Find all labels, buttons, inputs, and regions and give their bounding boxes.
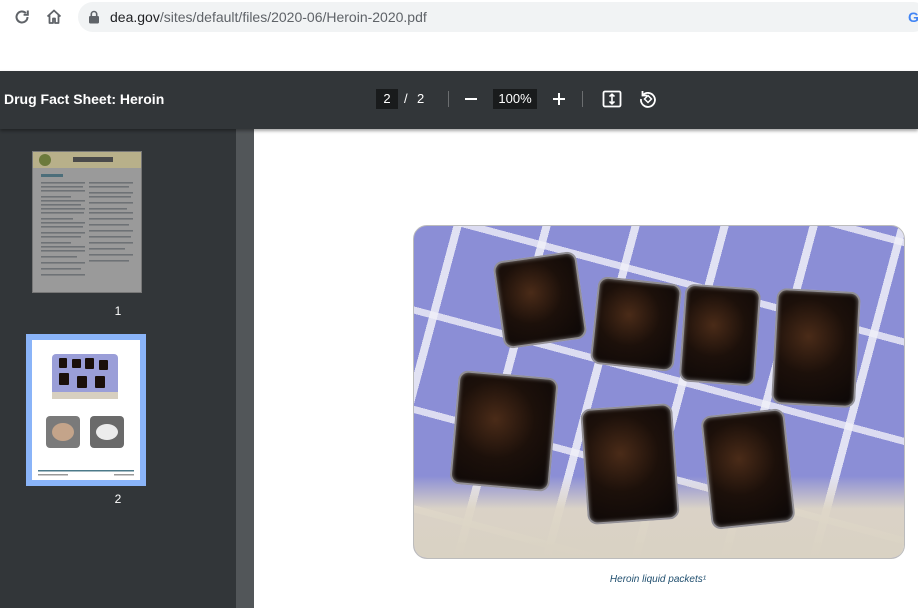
page-thumbnail-2[interactable] <box>32 340 140 480</box>
zoom-in-icon[interactable] <box>548 88 570 110</box>
lock-icon[interactable] <box>88 10 100 29</box>
photo-packet <box>449 369 559 493</box>
thumbnail-label-1: 1 <box>114 304 122 318</box>
google-icon[interactable]: G <box>908 9 918 25</box>
browser-spacer <box>0 34 918 71</box>
toolbar-divider <box>448 91 449 107</box>
toolbar-divider <box>582 91 583 107</box>
pdf-toolbar: Drug Fact Sheet: Heroin 2 / 2 100% <box>0 71 918 129</box>
zoom-out-icon[interactable] <box>460 88 482 110</box>
photo-packet <box>678 283 762 387</box>
pdf-page: Heroin liquid packets¹ <box>254 129 918 608</box>
photo-packet <box>492 250 588 350</box>
thumbnail-label-2: 2 <box>114 492 122 506</box>
photo-caption: Heroin liquid packets¹ <box>609 574 707 585</box>
photo-packet <box>700 407 796 531</box>
photo-packet <box>589 275 683 373</box>
browser-toolbar: dea.gov/sites/default/files/2020-06/Hero… <box>0 0 918 34</box>
address-bar[interactable]: dea.gov/sites/default/files/2020-06/Hero… <box>78 2 918 32</box>
zoom-input[interactable]: 100% <box>493 89 537 109</box>
page-thumbnail-1[interactable] <box>32 151 142 293</box>
photo-packet <box>580 402 680 526</box>
fit-page-icon[interactable] <box>601 88 623 110</box>
photo-packet <box>771 287 861 409</box>
page-total: 2 <box>417 91 425 106</box>
reload-icon[interactable] <box>11 6 33 28</box>
heroin-packets-photo <box>413 225 905 559</box>
page-number-input[interactable]: 2 <box>376 89 398 109</box>
sidebar-scroll-gutter <box>236 129 254 608</box>
home-icon[interactable] <box>43 6 65 28</box>
rotate-icon[interactable] <box>637 88 659 110</box>
page-separator: / <box>404 91 408 106</box>
url-text[interactable]: dea.gov/sites/default/files/2020-06/Hero… <box>110 9 427 25</box>
document-title: Drug Fact Sheet: Heroin <box>4 91 165 107</box>
page-thumbnail-2-selected[interactable] <box>26 334 146 486</box>
thumbnail-sidebar: 1 2 <box>0 129 236 608</box>
